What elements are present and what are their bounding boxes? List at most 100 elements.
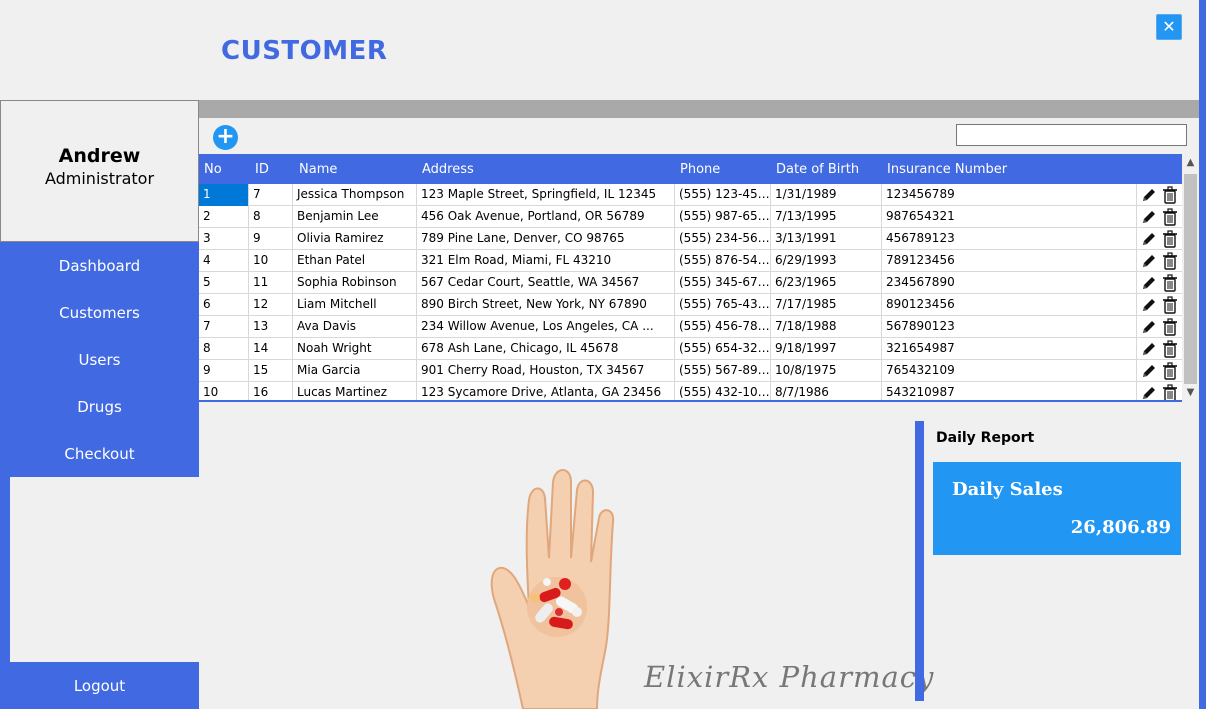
trash-icon[interactable] [1161, 340, 1179, 358]
pencil-icon[interactable] [1140, 362, 1158, 380]
trash-icon[interactable] [1161, 362, 1179, 380]
cell-no[interactable]: 3 [199, 228, 249, 250]
cell-insurance[interactable]: 567890123 [882, 316, 1137, 338]
search-input[interactable] [956, 124, 1187, 146]
cell-address[interactable]: 123 Maple Street, Springfield, IL 12345 [417, 184, 675, 206]
cell-no[interactable]: 9 [199, 360, 249, 382]
cell-address[interactable]: 901 Cherry Road, Houston, TX 34567 [417, 360, 675, 382]
cell-address[interactable]: 456 Oak Avenue, Portland, OR 56789 [417, 206, 675, 228]
sidebar-item-customers[interactable]: Customers [0, 304, 199, 322]
sidebar-item-drugs[interactable]: Drugs [0, 398, 199, 416]
cell-insurance[interactable]: 890123456 [882, 294, 1137, 316]
cell-phone[interactable]: (555) 567-8901 [675, 360, 771, 382]
cell-insurance[interactable]: 123456789 [882, 184, 1137, 206]
table-row[interactable]: 2 8 Benjamin Lee 456 Oak Avenue, Portland, … [199, 206, 1182, 228]
table-row[interactable]: 10 16 Lucas Martinez 123 Sycamore Drive, At… [199, 382, 1182, 400]
cell-dob[interactable]: 7/13/1995 [771, 206, 882, 228]
cell-id[interactable]: 14 [249, 338, 293, 360]
cell-no[interactable]: 6 [199, 294, 249, 316]
cell-insurance[interactable]: 456789123 [882, 228, 1137, 250]
cell-phone[interactable]: (555) 456-7890 [675, 316, 771, 338]
trash-icon[interactable] [1161, 186, 1179, 204]
cell-id[interactable]: 10 [249, 250, 293, 272]
cell-name[interactable]: Benjamin Lee [293, 206, 417, 228]
cell-insurance[interactable]: 234567890 [882, 272, 1137, 294]
cell-address[interactable]: 234 Willow Avenue, Los Angeles, CA ... [417, 316, 675, 338]
cell-address[interactable]: 890 Birch Street, New York, NY 67890 [417, 294, 675, 316]
cell-no[interactable]: 8 [199, 338, 249, 360]
cell-id[interactable]: 16 [249, 382, 293, 400]
scroll-down-icon[interactable]: ▼ [1182, 384, 1199, 401]
table-row[interactable]: 6 12 Liam Mitchell 890 Birch Street, New Yo… [199, 294, 1182, 316]
cell-name[interactable]: Liam Mitchell [293, 294, 417, 316]
pencil-icon[interactable] [1140, 384, 1158, 400]
cell-phone[interactable]: (555) 234-5678 [675, 228, 771, 250]
pencil-icon[interactable] [1140, 296, 1158, 314]
cell-phone[interactable]: (555) 765-4321 [675, 294, 771, 316]
close-button[interactable]: ✕ [1156, 14, 1182, 40]
pencil-icon[interactable] [1140, 230, 1158, 248]
cell-address[interactable]: 678 Ash Lane, Chicago, IL 45678 [417, 338, 675, 360]
cell-dob[interactable]: 6/23/1965 [771, 272, 882, 294]
table-row[interactable]: 3 9 Olivia Ramirez 789 Pine Lane, Denver, C… [199, 228, 1182, 250]
cell-insurance[interactable]: 321654987 [882, 338, 1137, 360]
table-row[interactable]: 7 13 Ava Davis 234 Willow Avenue, Los Angel… [199, 316, 1182, 338]
cell-phone[interactable]: (555) 987-6543 [675, 206, 771, 228]
trash-icon[interactable] [1161, 230, 1179, 248]
cell-phone[interactable]: (555) 123-4567 [675, 184, 771, 206]
cell-phone[interactable]: (555) 654-3210 [675, 338, 771, 360]
cell-phone[interactable]: (555) 432-1098 [675, 382, 771, 400]
cell-id[interactable]: 11 [249, 272, 293, 294]
table-scrollbar[interactable]: ▲ ▼ [1182, 154, 1199, 402]
cell-no[interactable]: 10 [199, 382, 249, 400]
cell-no[interactable]: 4 [199, 250, 249, 272]
column-header-name[interactable]: Name [299, 162, 337, 177]
trash-icon[interactable] [1161, 252, 1179, 270]
cell-dob[interactable]: 3/13/1991 [771, 228, 882, 250]
cell-dob[interactable]: 1/31/1989 [771, 184, 882, 206]
column-header-id[interactable]: ID [255, 162, 269, 177]
table-row[interactable]: 9 15 Mia Garcia 901 Cherry Road, Houston, T… [199, 360, 1182, 382]
cell-insurance[interactable]: 765432109 [882, 360, 1137, 382]
cell-name[interactable]: Mia Garcia [293, 360, 417, 382]
cell-dob[interactable]: 9/18/1997 [771, 338, 882, 360]
column-header-dob[interactable]: Date of Birth [776, 162, 859, 177]
cell-dob[interactable]: 7/18/1988 [771, 316, 882, 338]
cell-dob[interactable]: 10/8/1975 [771, 360, 882, 382]
logout-button[interactable]: Logout [0, 677, 199, 695]
scroll-up-icon[interactable]: ▲ [1182, 154, 1199, 171]
cell-name[interactable]: Jessica Thompson [293, 184, 417, 206]
trash-icon[interactable] [1161, 296, 1179, 314]
cell-address[interactable]: 567 Cedar Court, Seattle, WA 34567 [417, 272, 675, 294]
cell-address[interactable]: 321 Elm Road, Miami, FL 43210 [417, 250, 675, 272]
cell-insurance[interactable]: 789123456 [882, 250, 1137, 272]
cell-dob[interactable]: 8/7/1986 [771, 382, 882, 400]
cell-name[interactable]: Noah Wright [293, 338, 417, 360]
cell-no[interactable]: 1 [199, 184, 249, 206]
table-row[interactable]: 1 7 Jessica Thompson 123 Maple Street, Spri… [199, 184, 1182, 206]
column-header-address[interactable]: Address [422, 162, 474, 177]
scroll-thumb[interactable] [1184, 174, 1197, 384]
cell-dob[interactable]: 6/29/1993 [771, 250, 882, 272]
cell-id[interactable]: 12 [249, 294, 293, 316]
trash-icon[interactable] [1161, 318, 1179, 336]
table-row[interactable]: 8 14 Noah Wright 678 Ash Lane, Chicago, IL … [199, 338, 1182, 360]
column-header-phone[interactable]: Phone [680, 162, 720, 177]
cell-name[interactable]: Sophia Robinson [293, 272, 417, 294]
cell-id[interactable]: 9 [249, 228, 293, 250]
cell-insurance[interactable]: 543210987 [882, 382, 1137, 400]
column-header-no[interactable]: No [204, 162, 222, 177]
cell-no[interactable]: 7 [199, 316, 249, 338]
cell-id[interactable]: 7 [249, 184, 293, 206]
cell-address[interactable]: 123 Sycamore Drive, Atlanta, GA 23456 [417, 382, 675, 400]
trash-icon[interactable] [1161, 384, 1179, 400]
sidebar-item-users[interactable]: Users [0, 351, 199, 369]
trash-icon[interactable] [1161, 208, 1179, 226]
pencil-icon[interactable] [1140, 208, 1158, 226]
sidebar-item-dashboard[interactable]: Dashboard [0, 257, 199, 275]
pencil-icon[interactable] [1140, 274, 1158, 292]
cell-name[interactable]: Ava Davis [293, 316, 417, 338]
pencil-icon[interactable] [1140, 252, 1158, 270]
cell-phone[interactable]: (555) 345-6789 [675, 272, 771, 294]
cell-id[interactable]: 8 [249, 206, 293, 228]
